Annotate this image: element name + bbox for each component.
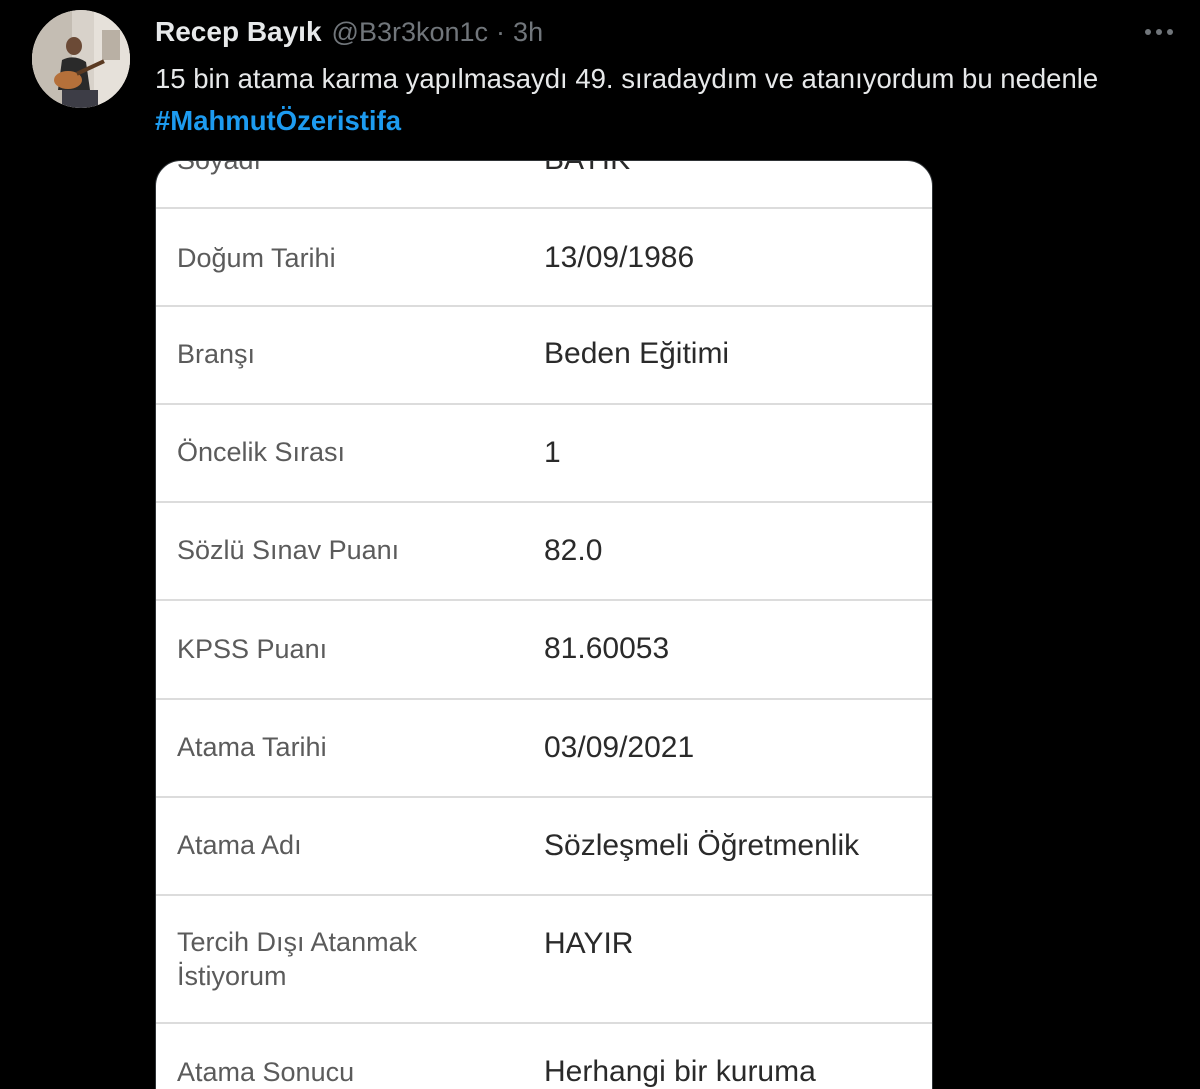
table-row: Doğum Tarihi 13/09/1986 [156, 209, 932, 307]
tweet[interactable]: Recep Bayık @B3r3kon1c · 3h 15 bin atama… [0, 0, 1200, 1089]
row-value: HAYIR [544, 927, 634, 960]
row-value: Sözleşmeli Öğretmenlik [544, 829, 860, 862]
row-label: Atama Tarihi [177, 732, 327, 762]
author-handle[interactable]: @B3r3kon1c [332, 17, 489, 48]
row-value: 1 [544, 436, 561, 469]
tweet-body: 15 bin atama karma yapılmasaydı 49. sıra… [155, 63, 1099, 94]
more-options-button[interactable] [1138, 14, 1180, 50]
row-label: KPSS Puanı [177, 634, 328, 664]
row-label: Soyadı [177, 160, 262, 175]
table-row: Atama Tarihi 03/09/2021 [156, 700, 932, 798]
table-row: Soyadı BAYIK [156, 160, 932, 209]
row-label: Atama Sonucu [177, 1057, 355, 1087]
table-row: Branşı Beden Eğitimi [156, 307, 932, 405]
table-row: KPSS Puanı 81.60053 [156, 601, 932, 700]
row-label: Öncelik Sırası [177, 437, 346, 467]
table-row: Tercih Dışı Atanmak İstiyorum HAYIR [156, 896, 932, 1024]
row-label: Atama Adı [177, 830, 302, 860]
row-value: 03/09/2021 [544, 731, 695, 764]
table-row: Öncelik Sırası 1 [156, 405, 932, 503]
table-row: Atama Adı Sözleşmeli Öğretmenlik [156, 798, 932, 896]
author-name[interactable]: Recep Bayık [155, 16, 322, 48]
tweet-media-screenshot[interactable]: Soyadı BAYIK Doğum Tarihi 13/09/1986 Bra… [155, 160, 933, 1089]
table-row: Sözlü Sınav Puanı 82.0 [156, 503, 932, 601]
row-value: 81.60053 [544, 632, 670, 665]
tweet-timestamp[interactable]: 3h [513, 17, 543, 48]
row-value: 82.0 [544, 534, 603, 567]
row-value: Herhangi bir kuruma [544, 1055, 816, 1088]
row-label: Tercih Dışı Atanmak İstiyorum [177, 927, 418, 991]
table-row: Atama Sonucu Herhangi bir kuruma [156, 1024, 932, 1089]
row-label: Branşı [177, 339, 256, 369]
row-label: Sözlü Sınav Puanı [177, 535, 400, 565]
hashtag-link[interactable]: #MahmutÖzeristifa [155, 105, 401, 136]
row-value: BAYIK [544, 161, 630, 177]
row-value: 13/09/1986 [544, 241, 695, 274]
info-table: Soyadı BAYIK Doğum Tarihi 13/09/1986 Bra… [156, 160, 932, 1089]
more-horizontal-icon [1145, 29, 1173, 35]
separator-dot: · [496, 16, 506, 47]
avatar[interactable] [32, 10, 130, 108]
row-value: Beden Eğitimi [544, 337, 730, 370]
tweet-text: 15 bin atama karma yapılmasaydı 49. sıra… [155, 58, 1155, 142]
row-label: Doğum Tarihi [177, 243, 336, 273]
tweet-header: Recep Bayık @B3r3kon1c · 3h [155, 14, 543, 50]
